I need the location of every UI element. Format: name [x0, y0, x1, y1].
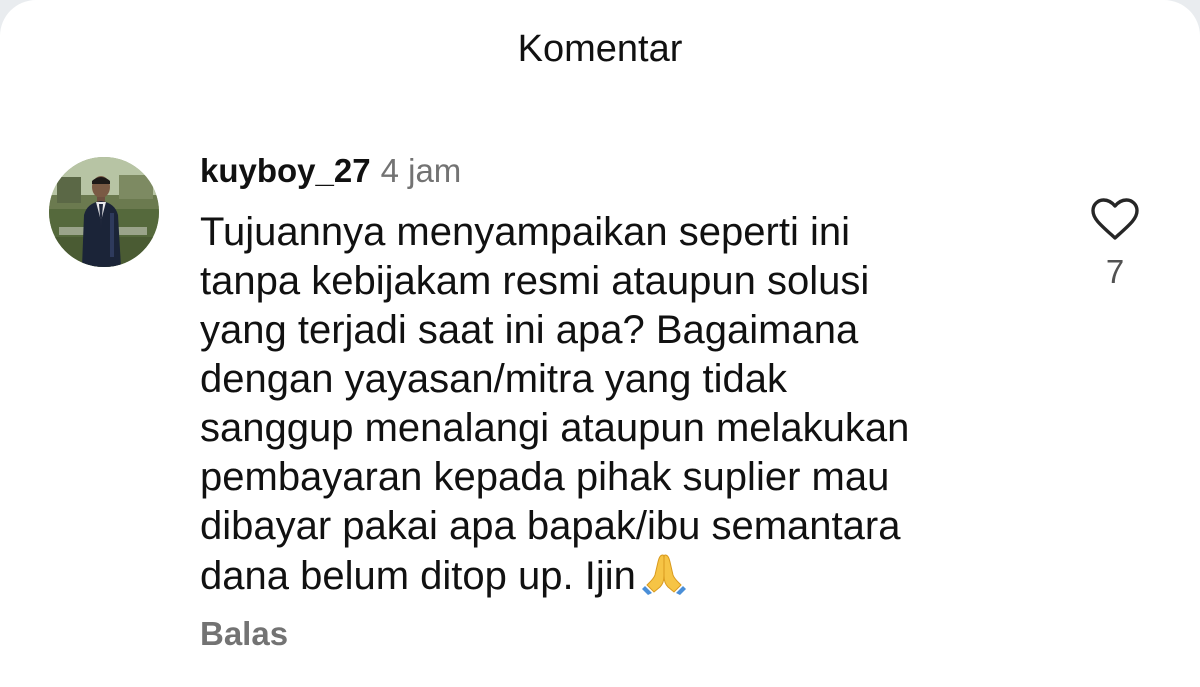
comment-line: yang terjadi saat ini apa? Bagaimana [200, 308, 859, 352]
comments-sheet: Komentar kuyboy_27 4 jam Tujuannya menyam… [0, 0, 1200, 687]
avatar[interactable] [49, 157, 159, 267]
comment-timestamp: 4 jam [380, 152, 462, 189]
comment-line-text: dana belum ditop up. Ijin [200, 554, 636, 598]
sheet-title: Komentar [517, 28, 683, 70]
comment-line: tanpa kebijakam resmi ataupun solusi [200, 259, 870, 303]
reply-button[interactable]: Balas [200, 612, 288, 656]
heart-outline-icon[interactable] [1090, 196, 1140, 242]
comment-line: Tujuannya menyampaikan seperti ini [200, 210, 850, 254]
folded-hands-icon [641, 551, 686, 607]
avatar-photo [49, 157, 159, 267]
like-group: 7 [1080, 196, 1150, 292]
comment-line: pembayaran kepada pihak suplier mau [200, 455, 890, 499]
username-link[interactable]: kuyboy_27 [200, 152, 371, 189]
comment-body: Tujuannya menyampaikan seperti ini tanpa… [200, 208, 1080, 607]
like-count: 7 [1105, 253, 1125, 290]
comment-line-last: dana belum ditop up. Ijin [200, 551, 1080, 607]
comment-line: dibayar pakai apa bapak/ibu semantara [200, 504, 901, 548]
comment-line: dengan yayasan/mitra yang tidak [200, 357, 788, 401]
comment-line: sanggup menalangi ataupun melakukan [200, 406, 910, 450]
comment-header: kuyboy_27 4 jam [200, 148, 461, 194]
